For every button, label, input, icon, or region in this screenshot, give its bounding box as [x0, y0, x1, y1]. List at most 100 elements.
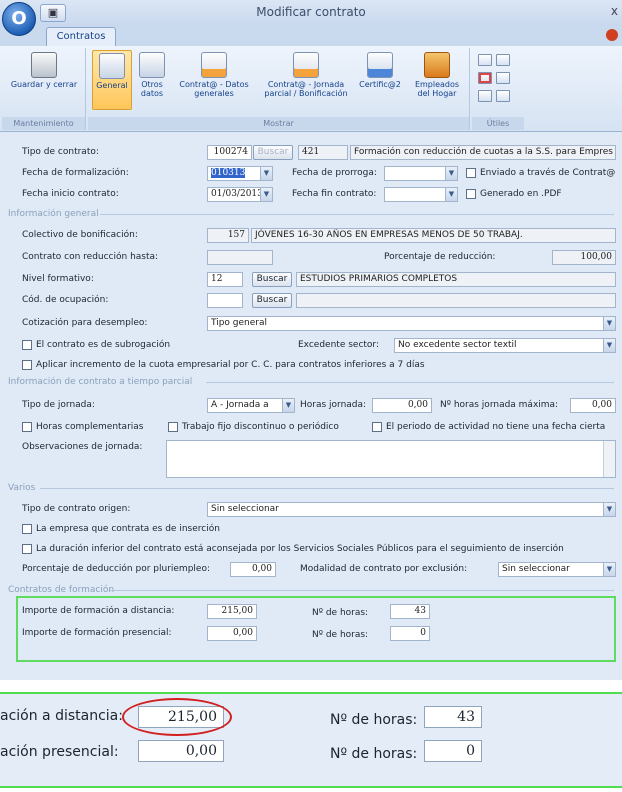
cotizacion-select[interactable]: Tipo general ▼	[207, 316, 616, 331]
dropdown-icon[interactable]: ▼	[445, 188, 457, 201]
house-icon	[424, 52, 450, 78]
horas-jornada-label: Horas jornada:	[300, 400, 367, 410]
fecha-fin-label: Fecha fin contrato:	[292, 189, 377, 199]
subrogacion-checkbox[interactable]	[22, 340, 32, 350]
generado-label: Generado en .PDF	[480, 189, 562, 199]
nivel-formativo-buscar-button[interactable]: Buscar	[252, 272, 292, 287]
observaciones-scrollbar[interactable]	[603, 441, 615, 477]
dropdown-icon[interactable]: ▼	[603, 339, 615, 352]
contrato-reduccion-label: Contrato con reducción hasta:	[22, 252, 159, 262]
excedente-select[interactable]: No excedente sector textil ▼	[394, 338, 616, 353]
dropdown-icon[interactable]: ▼	[603, 317, 615, 330]
dropdown-icon[interactable]: ▼	[603, 563, 615, 576]
trabajo-fijo-checkbox[interactable]	[168, 422, 178, 432]
enviado-checkbox[interactable]	[466, 168, 476, 178]
zoom-label-horas-1: Nº de horas:	[330, 712, 418, 728]
formacion-highlight-box: Importe de formación a distancia: 215,00…	[16, 596, 616, 662]
tipo-jornada-label: Tipo de jornada:	[22, 400, 95, 410]
duracion-inferior-checkbox[interactable]	[22, 544, 32, 554]
importe-distancia-input[interactable]: 215,00	[207, 604, 257, 619]
red-highlight-oval	[122, 698, 232, 736]
periodo-actividad-checkbox[interactable]	[372, 422, 382, 432]
generado-checkbox[interactable]	[466, 189, 476, 199]
tipo-origen-select[interactable]: Sin seleccionar ▼	[207, 502, 616, 517]
tipo-jornada-select[interactable]: A - Jornada a ▼	[207, 398, 295, 413]
importe-presencial-input[interactable]: 0,00	[207, 626, 257, 641]
quick-access-icon[interactable]: ▣	[40, 4, 66, 22]
tipo-contrato-code[interactable]: 100274	[207, 145, 252, 160]
horas-presencial-label: Nº de horas:	[312, 630, 369, 640]
section-informacion-general: Información general	[8, 209, 99, 219]
ribbon-tab-row: Contratos	[0, 26, 622, 46]
observaciones-textarea[interactable]	[166, 440, 616, 478]
cod-ocupacion-label: Cód. de ocupación:	[22, 295, 109, 305]
modificar-contrato-window: Modificar contrato x O ▣ Contratos Guard…	[0, 0, 622, 680]
ribbon: Guardar y cerrar Mantenimiento General O…	[0, 46, 622, 132]
help-icon[interactable]	[606, 29, 618, 41]
fecha-inicio-input[interactable]: 01/03/2013 ▼	[207, 187, 273, 202]
horas-max-input[interactable]: 0,00	[570, 398, 616, 413]
zoom-value-horas-2: 0	[424, 740, 482, 762]
dropdown-icon[interactable]: ▼	[603, 503, 615, 516]
cotizacion-value: Tipo general	[211, 318, 268, 328]
fecha-formalizacion-input[interactable]: 010313 ▼	[207, 166, 273, 181]
zoom-label-presencial: ación presencial:	[0, 744, 119, 760]
tipo-contrato-num: 421	[298, 145, 348, 160]
general-button[interactable]: General	[92, 50, 132, 110]
window-icon[interactable]	[496, 54, 510, 66]
cod-ocupacion-input[interactable]	[207, 293, 243, 308]
section-divider	[206, 382, 614, 383]
empleados-label: Empleados del Hogar	[414, 80, 460, 98]
porcentaje-deduccion-label: Porcentaje de deducción por pluriempleo:	[22, 564, 210, 574]
nivel-formativo-code[interactable]: 12	[207, 272, 243, 287]
cotizacion-label: Cotización para desempleo:	[22, 318, 148, 328]
otros-label: Otros datos	[140, 80, 164, 98]
tool-icon[interactable]	[478, 90, 492, 102]
cod-ocupacion-buscar-button[interactable]: Buscar	[252, 293, 292, 308]
guardar-cerrar-button[interactable]: Guardar y cerrar	[8, 50, 80, 89]
app-menu-button[interactable]: O	[2, 2, 36, 36]
save-icon	[31, 52, 57, 78]
contrata-datos-button[interactable]: Contrat@ - Datos generales	[172, 50, 256, 98]
certifica-button[interactable]: Certific@2	[356, 50, 404, 89]
fecha-prorroga-input[interactable]: ▼	[384, 166, 458, 181]
importe-distancia-label: Importe de formación a distancia:	[22, 606, 175, 616]
contrata-jornada-label: Contrat@ - Jornada parcial / Bonificació…	[264, 80, 348, 98]
horas-jornada-input[interactable]: 0,00	[372, 398, 432, 413]
colectivo-label: Colectivo de bonificación:	[22, 230, 138, 240]
zoom-label-horas-2: Nº de horas:	[330, 746, 418, 762]
dropdown-icon[interactable]: ▼	[282, 399, 294, 412]
horas-max-label: Nº horas jornada máxima:	[440, 400, 559, 410]
contrata-jornada-button[interactable]: Contrat@ - Jornada parcial / Bonificació…	[260, 50, 352, 98]
empleados-hogar-button[interactable]: Empleados del Hogar	[408, 50, 466, 98]
list-icon[interactable]	[496, 72, 510, 84]
porcentaje-reduccion-label: Porcentaje de reducción:	[384, 252, 496, 262]
modalidad-value: Sin seleccionar	[502, 564, 570, 574]
tipo-origen-label: Tipo de contrato origen:	[22, 504, 131, 514]
certifica-icon	[367, 52, 393, 78]
horas-complementarias-label: Horas complementarias	[36, 422, 144, 432]
dropdown-icon[interactable]: ▼	[260, 167, 272, 180]
zoomed-detail-panel: ación a distancia: 215,00 Nº de horas: 4…	[0, 692, 622, 788]
empresa-insercion-label: La empresa que contrata es de inserción	[36, 524, 220, 534]
porcentaje-deduccion-input[interactable]: 0,00	[230, 562, 276, 577]
observaciones-label: Observaciones de jornada:	[22, 442, 143, 452]
tab-contratos[interactable]: Contratos	[46, 27, 116, 46]
tipo-contrato-buscar-button[interactable]: Buscar	[253, 145, 293, 160]
otros-datos-button[interactable]: Otros datos	[136, 50, 168, 98]
aplicar-incremento-label: Aplicar incremento de la cuota empresari…	[36, 360, 425, 370]
close-icon[interactable]: x	[611, 4, 618, 18]
empresa-insercion-checkbox[interactable]	[22, 524, 32, 534]
calendar-icon[interactable]	[478, 54, 492, 66]
check-icon[interactable]	[478, 72, 492, 84]
aplicar-incremento-checkbox[interactable]	[22, 360, 32, 370]
dropdown-icon[interactable]: ▼	[445, 167, 457, 180]
chart-icon[interactable]	[496, 90, 510, 102]
horas-distancia-input[interactable]: 43	[390, 604, 430, 619]
dropdown-icon[interactable]: ▼	[260, 188, 272, 201]
fecha-fin-input[interactable]: ▼	[384, 187, 458, 202]
section-divider	[40, 488, 614, 489]
horas-complementarias-checkbox[interactable]	[22, 422, 32, 432]
modalidad-select[interactable]: Sin seleccionar ▼	[498, 562, 616, 577]
horas-presencial-input[interactable]: 0	[390, 626, 430, 641]
